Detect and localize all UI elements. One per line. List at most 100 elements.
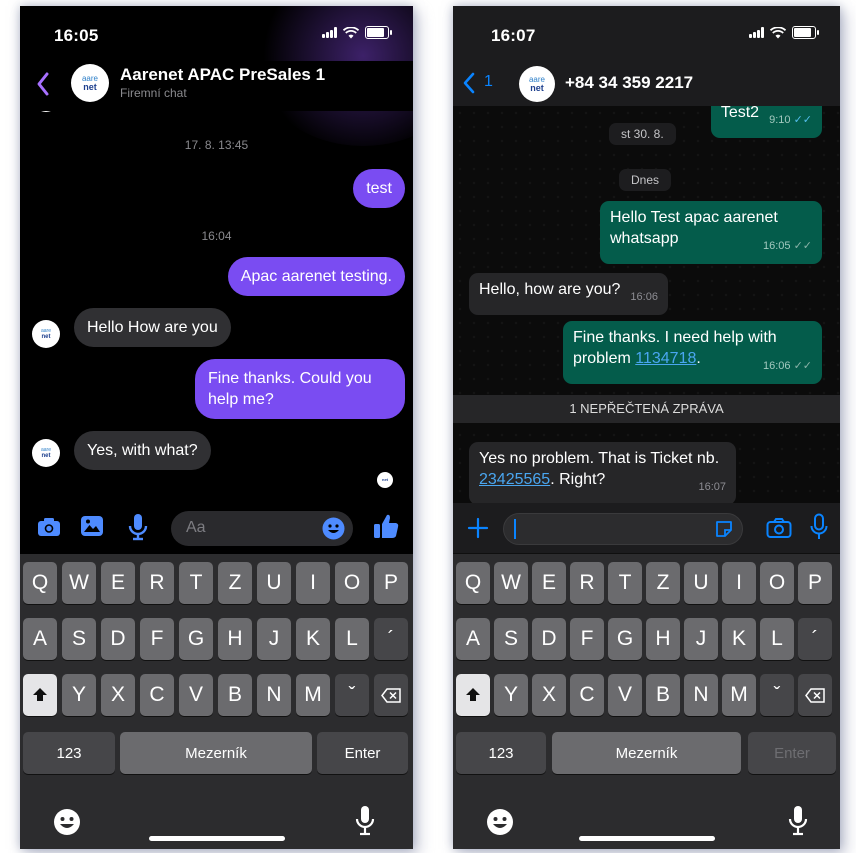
key[interactable]: S [494,618,528,660]
key[interactable]: L [760,618,794,660]
key[interactable]: A [456,618,490,660]
message-input[interactable] [503,513,743,545]
key[interactable]: F [570,618,604,660]
message-bubble-out[interactable]: test [353,169,405,208]
key[interactable]: J [257,618,291,660]
key[interactable]: T [179,562,213,604]
microphone-icon[interactable] [128,513,148,541]
numbers-key[interactable]: 123 [456,732,546,774]
back-icon[interactable] [463,72,475,94]
key[interactable]: Y [62,674,96,716]
key[interactable]: R [140,562,174,604]
key[interactable]: C [140,674,174,716]
key[interactable]: G [608,618,642,660]
key[interactable]: W [62,562,96,604]
key[interactable]: W [494,562,528,604]
back-count[interactable]: 1 [484,73,493,91]
key[interactable]: X [101,674,135,716]
message-bubble-in[interactable]: Hello How are you [74,308,231,347]
contact-number[interactable]: +84 34 359 2217 [565,73,693,93]
key[interactable]: G [179,618,213,660]
emoji-keyboard-icon[interactable] [53,808,81,836]
key[interactable]: Q [456,562,490,604]
key[interactable]: R [570,562,604,604]
emoji-keyboard-icon[interactable] [486,808,514,836]
message-input[interactable]: Aa [171,511,353,546]
key[interactable]: E [532,562,566,604]
key[interactable]: P [798,562,832,604]
key[interactable]: M [296,674,330,716]
key[interactable]: Z [646,562,680,604]
key[interactable]: V [608,674,642,716]
message-bubble-in[interactable]: Yes, with what? [74,431,211,470]
key-accent[interactable]: ´ [798,618,832,660]
key[interactable]: X [532,674,566,716]
message-bubble-out[interactable]: Fine thanks. I need help with problem 11… [563,321,822,384]
ticket-link[interactable]: 1134718 [635,350,696,367]
shift-key[interactable] [23,674,57,716]
key[interactable]: V [179,674,213,716]
message-bubble-in[interactable]: Hello, how are you? 16:06 [469,273,668,315]
key[interactable]: E [101,562,135,604]
thumbs-up-icon[interactable] [372,512,400,540]
key[interactable]: I [722,562,756,604]
key[interactable]: I [296,562,330,604]
key[interactable]: U [257,562,291,604]
enter-key[interactable]: Enter [317,732,408,774]
key[interactable]: D [101,618,135,660]
key[interactable]: F [140,618,174,660]
key[interactable]: K [722,618,756,660]
key[interactable]: B [218,674,252,716]
key[interactable]: J [684,618,718,660]
back-icon[interactable] [36,71,50,97]
backspace-key[interactable] [798,674,832,716]
space-key[interactable]: Mezerník [552,732,741,774]
gallery-icon[interactable] [80,515,104,537]
sticker-icon[interactable] [714,519,734,539]
key-caron[interactable]: ˇ [335,674,369,716]
key[interactable]: H [646,618,680,660]
contact-avatar[interactable]: aare net [71,64,109,102]
camera-icon[interactable] [37,517,61,537]
key[interactable]: Q [23,562,57,604]
contact-avatar[interactable]: aare net [519,66,555,102]
message-bubble-out[interactable]: Apac aarenet testing. [227,257,405,296]
message-bubble-out[interactable]: Fine thanks. Could you help me? [195,359,405,419]
dictation-icon[interactable] [355,805,375,837]
key[interactable]: P [374,562,408,604]
key[interactable]: U [684,562,718,604]
key[interactable]: S [62,618,96,660]
key[interactable]: B [646,674,680,716]
numbers-key[interactable]: 123 [23,732,115,774]
key[interactable]: Y [494,674,528,716]
space-key[interactable]: Mezerník [120,732,312,774]
emoji-icon[interactable] [322,517,345,540]
camera-icon[interactable] [766,517,792,539]
message-bubble-out[interactable]: Test2 9:10 ✓✓ [710,106,822,138]
key[interactable]: H [218,618,252,660]
chat-title[interactable]: Aarenet APAC PreSales 1 [120,65,325,85]
key[interactable]: C [570,674,604,716]
ticket-link[interactable]: 23425565 [479,471,550,488]
key[interactable]: O [335,562,369,604]
key[interactable]: L [335,618,369,660]
dictation-icon[interactable] [788,805,808,837]
shift-key[interactable] [456,674,490,716]
microphone-icon[interactable] [810,513,828,541]
backspace-key[interactable] [374,674,408,716]
key-accent[interactable]: ´ [374,618,408,660]
key[interactable]: O [760,562,794,604]
key[interactable]: N [257,674,291,716]
message-bubble-out[interactable]: Hello Test apac aarenet whatsapp 16:05 ✓… [600,201,822,264]
key[interactable]: A [23,618,57,660]
key[interactable]: Z [218,562,252,604]
key[interactable]: K [296,618,330,660]
key[interactable]: T [608,562,642,604]
key[interactable]: D [532,618,566,660]
key-caron[interactable]: ˇ [760,674,794,716]
message-bubble-in[interactable]: Yes no problem. That is Ticket nb. 23425… [469,442,736,503]
key[interactable]: M [722,674,756,716]
key[interactable]: N [684,674,718,716]
plus-icon[interactable] [467,517,489,539]
enter-key[interactable]: Enter [748,732,836,774]
